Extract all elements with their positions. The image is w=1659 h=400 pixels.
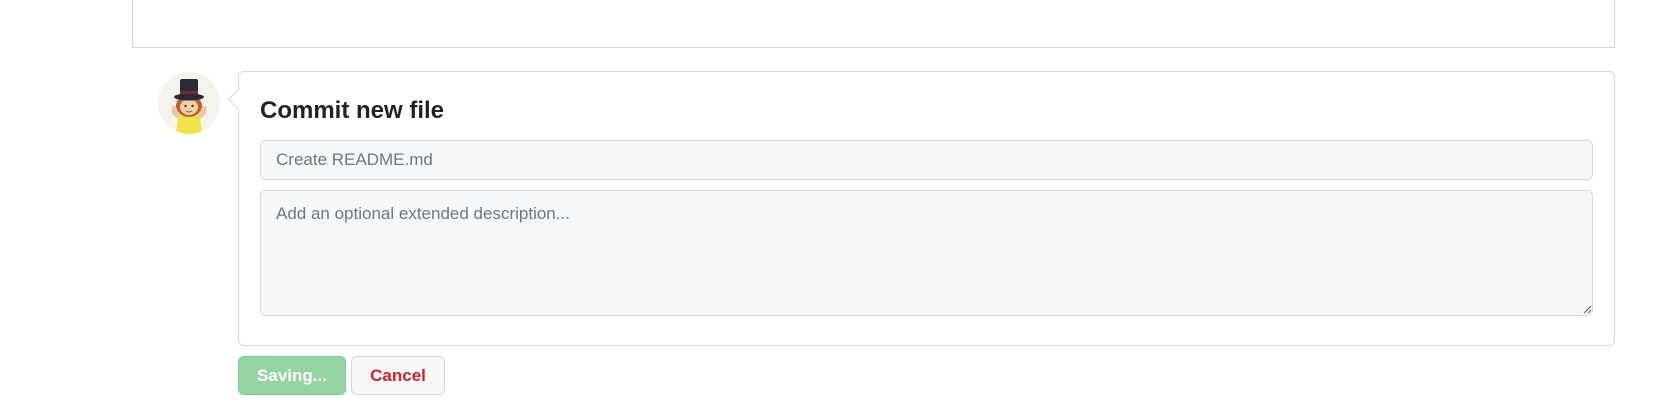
commit-title: Commit new file <box>260 97 445 124</box>
commit-description-textarea[interactable] <box>260 190 1593 316</box>
file-editor-panel <box>132 0 1615 48</box>
avatar-icon <box>158 72 220 134</box>
commit-form: Commit new file <box>238 71 1615 346</box>
user-avatar[interactable] <box>158 72 220 134</box>
cancel-button[interactable]: Cancel <box>351 356 445 395</box>
resize-handle-icon[interactable] <box>1582 304 1592 314</box>
commit-submit-button[interactable]: Saving... <box>238 356 346 395</box>
commit-page: Commit new file Saving... Cancel <box>0 0 1659 400</box>
commit-summary-input[interactable] <box>260 140 1593 180</box>
